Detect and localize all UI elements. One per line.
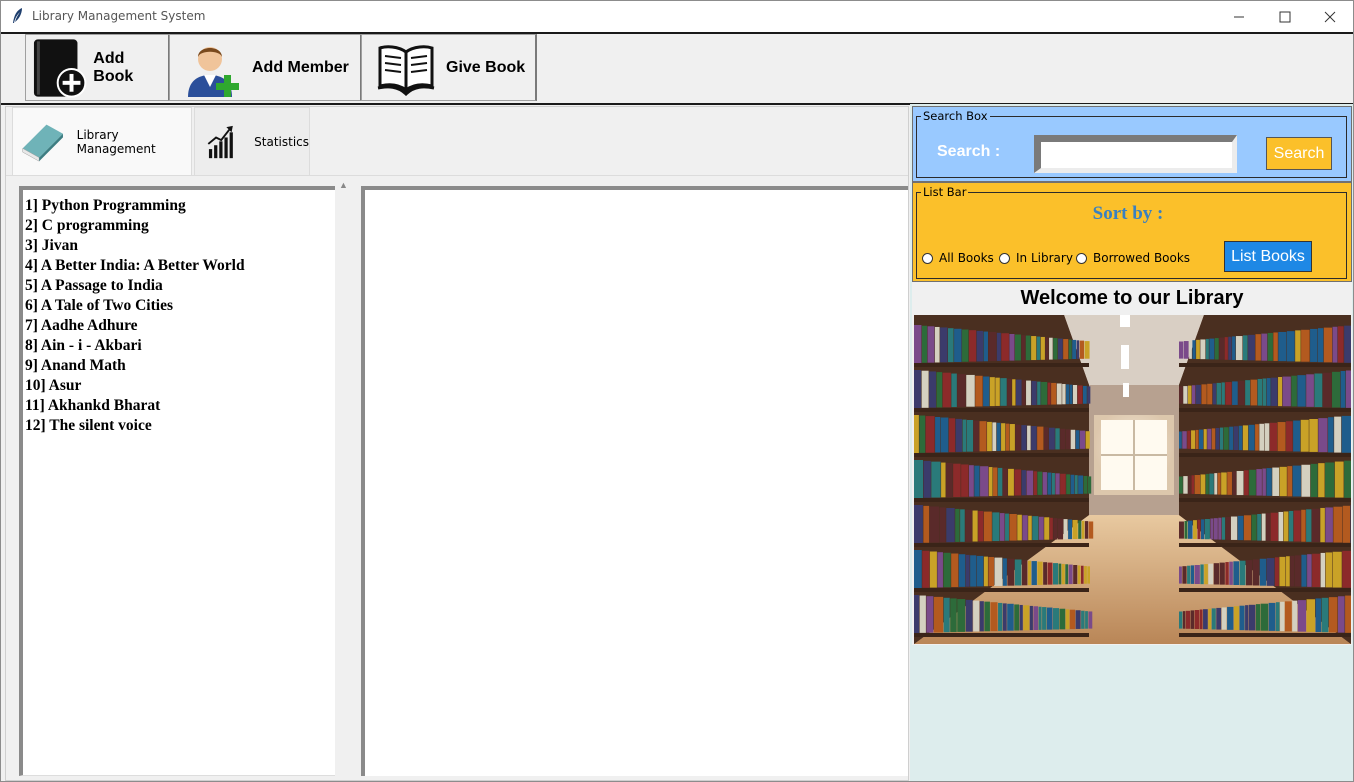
list-bar-legend: List Bar bbox=[921, 185, 969, 199]
minimize-button[interactable] bbox=[1216, 1, 1262, 32]
window-title: Library Management System bbox=[32, 9, 206, 23]
minimize-icon bbox=[1234, 16, 1244, 17]
list-item[interactable]: 3] Jivan bbox=[25, 236, 335, 256]
search-label: Search : bbox=[937, 143, 1001, 160]
radio-circle[interactable] bbox=[1076, 252, 1087, 264]
radio-borrowed-books[interactable]: Borrowed Books bbox=[1076, 251, 1190, 265]
close-icon bbox=[1324, 11, 1336, 22]
list-item[interactable]: 11] Akhankd Bharat bbox=[25, 396, 335, 416]
search-button[interactable]: Search bbox=[1266, 137, 1332, 170]
welcome-area: Welcome to our Library bbox=[912, 282, 1352, 645]
add-book-icon bbox=[33, 38, 87, 98]
book-listbox[interactable]: 1] Python Programming 2] C programming 3] … bbox=[19, 186, 335, 776]
radio-borrowed-books-label: Borrowed Books bbox=[1093, 251, 1191, 265]
give-book-button[interactable]: Give Book bbox=[361, 34, 537, 101]
chart-trend-icon bbox=[207, 125, 233, 158]
search-input[interactable] bbox=[1034, 135, 1237, 173]
tab-library-management-label: Library Management bbox=[76, 127, 156, 156]
app-window: Library Management System Add Book Add M… bbox=[0, 0, 1354, 782]
welcome-heading: Welcome to our Library bbox=[1020, 287, 1244, 309]
list-item[interactable]: 1] Python Programming bbox=[25, 196, 335, 216]
radio-in-library-label: In Library bbox=[1016, 251, 1073, 265]
add-book-button[interactable]: Add Book bbox=[25, 34, 170, 101]
maximize-icon bbox=[1279, 11, 1291, 22]
add-member-icon bbox=[188, 46, 239, 97]
add-book-label: Add Book bbox=[93, 49, 134, 85]
feather-icon bbox=[13, 8, 22, 23]
book-detail-box[interactable] bbox=[361, 186, 908, 776]
maximize-button[interactable] bbox=[1262, 1, 1308, 32]
close-button[interactable] bbox=[1307, 1, 1353, 32]
radio-in-library[interactable]: In Library bbox=[999, 251, 1073, 265]
give-book-label: Give Book bbox=[446, 58, 526, 76]
list-item[interactable]: 7] Aadhe Adhure bbox=[25, 316, 335, 336]
library-hallway-image bbox=[914, 315, 1351, 644]
list-item[interactable]: 12] The silent voice bbox=[25, 416, 335, 436]
vertical-scrollbar[interactable]: ▲ bbox=[335, 180, 352, 780]
toolbar: Add Book Add Member Give Book bbox=[1, 34, 1353, 104]
book-icon bbox=[22, 124, 63, 162]
tab-library-management[interactable]: Library Management bbox=[12, 107, 192, 175]
right-panel: Search Box Search : Search List Bar Sort… bbox=[910, 104, 1353, 781]
radio-circle[interactable] bbox=[922, 252, 933, 264]
list-item[interactable]: 8] Ain - i - Akbari bbox=[25, 336, 335, 356]
add-member-label: Add Member bbox=[252, 58, 349, 76]
radio-circle[interactable] bbox=[999, 252, 1010, 264]
title-bar: Library Management System bbox=[1, 1, 1353, 32]
search-box-frame: Search Box Search : Search bbox=[912, 106, 1352, 182]
list-item[interactable]: 6] A Tale of Two Cities bbox=[25, 296, 335, 316]
radio-all-books-label: All Books bbox=[939, 251, 994, 265]
main-notebook: Library Management Statistics 1] Python … bbox=[5, 106, 909, 781]
divider bbox=[6, 175, 908, 176]
search-box-legend: Search Box bbox=[921, 109, 990, 123]
list-item[interactable]: 5] A Passage to India bbox=[25, 276, 335, 296]
add-member-button[interactable]: Add Member bbox=[169, 34, 362, 101]
scroll-up-icon[interactable]: ▲ bbox=[339, 180, 348, 190]
open-book-icon bbox=[377, 44, 435, 96]
list-item[interactable]: 9] Anand Math bbox=[25, 356, 335, 376]
tab-statistics-label: Statistics bbox=[254, 134, 309, 149]
list-item[interactable]: 10] Asur bbox=[25, 376, 335, 396]
list-books-button[interactable]: List Books bbox=[1224, 241, 1312, 272]
list-bar-frame: List Bar Sort by : All Books In Library … bbox=[912, 182, 1352, 282]
list-item[interactable]: 4] A Better India: A Better World bbox=[25, 256, 335, 276]
radio-all-books[interactable]: All Books bbox=[922, 251, 994, 265]
list-item[interactable]: 2] C programming bbox=[25, 216, 335, 236]
tab-statistics[interactable]: Statistics bbox=[194, 107, 310, 175]
sort-by-label: Sort by : bbox=[1092, 203, 1164, 224]
